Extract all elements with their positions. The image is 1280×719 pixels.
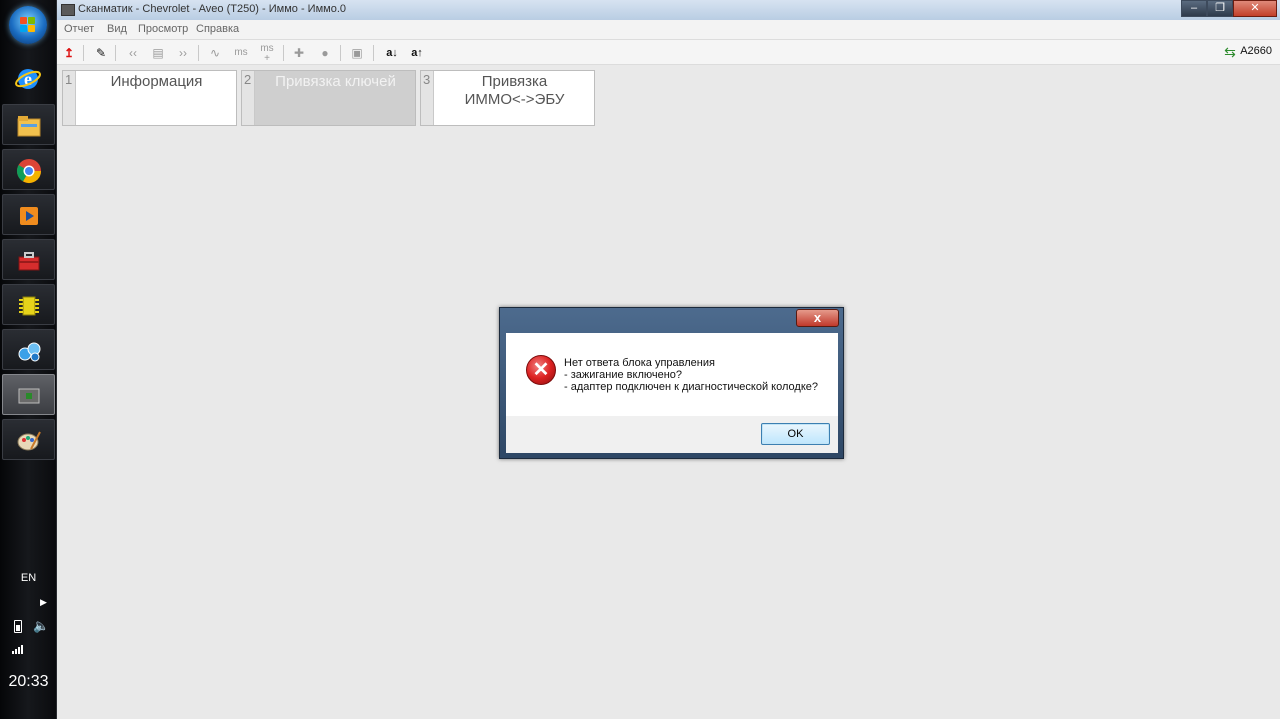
ms-increase-icon[interactable]: ms + bbox=[258, 44, 276, 64]
image-icon[interactable]: ▣ bbox=[348, 44, 366, 62]
network-app-icon bbox=[18, 342, 41, 362]
message-line: - зажигание включено? bbox=[564, 369, 683, 381]
step-label: Привязка ключей bbox=[275, 73, 396, 90]
dialog-footer: OK bbox=[506, 416, 838, 453]
window-close-button[interactable]: ✕ bbox=[1233, 0, 1277, 17]
taskbar: e EN ▶ 🔈 20:33 bbox=[0, 0, 57, 719]
minimize-button[interactable]: ‒ bbox=[1181, 0, 1207, 17]
paint-icon bbox=[17, 431, 41, 451]
ms-decrease-icon[interactable]: ms bbox=[232, 44, 250, 62]
network-signal-icon[interactable] bbox=[12, 644, 26, 654]
battery-icon[interactable] bbox=[14, 620, 22, 633]
font-decrease-icon[interactable]: a↓ bbox=[383, 44, 401, 62]
step-key-binding: 2 Привязка ключей bbox=[241, 70, 416, 126]
step-label-line1: Привязка bbox=[481, 73, 548, 90]
taskbar-chrome[interactable] bbox=[2, 149, 55, 190]
dialog-body: ✕ Нет ответа блока управления - зажигани… bbox=[506, 333, 838, 416]
waveform-icon[interactable]: ∿ bbox=[206, 44, 224, 62]
taskbar-clock[interactable]: 20:33 bbox=[0, 673, 57, 691]
step-number: 2 bbox=[242, 71, 255, 125]
app-icon[interactable] bbox=[61, 4, 75, 16]
edit-report-icon[interactable]: ✎ bbox=[92, 44, 110, 62]
taskbar-file-explorer[interactable] bbox=[2, 104, 55, 145]
connect-icon[interactable]: ✚ bbox=[290, 44, 308, 62]
chip-icon bbox=[19, 296, 39, 316]
error-dialog: x ✕ Нет ответа блока управления - зажига… bbox=[499, 307, 844, 459]
next-icon[interactable]: ›› bbox=[174, 44, 192, 62]
language-indicator[interactable]: EN bbox=[0, 572, 57, 584]
media-player-icon bbox=[20, 207, 38, 225]
taskbar-paint[interactable] bbox=[2, 419, 55, 460]
scanmatik-app-icon bbox=[18, 388, 40, 404]
previous-icon[interactable]: ‹‹ bbox=[124, 44, 142, 62]
message-line: - адаптер подключен к диагностической ко… bbox=[564, 381, 818, 393]
taskbar-internet-explorer[interactable]: e bbox=[2, 58, 55, 99]
adapter-label: A2660 bbox=[1240, 45, 1272, 57]
usb-adapter-icon: ⇆ bbox=[1224, 44, 1236, 60]
dialog-close-button[interactable]: x bbox=[796, 309, 839, 327]
step-information[interactable]: 1 Информация bbox=[62, 70, 237, 126]
taskbar-media-player[interactable] bbox=[2, 194, 55, 235]
taskbar-chip-app[interactable] bbox=[2, 284, 55, 325]
step-label-line2: ИММО<->ЭБУ bbox=[464, 91, 565, 108]
list-icon[interactable]: ▤ bbox=[149, 44, 167, 62]
message-line: Нет ответа блока управления bbox=[564, 357, 715, 369]
volume-icon[interactable]: 🔈 bbox=[33, 618, 49, 634]
menu-view[interactable]: Вид bbox=[107, 23, 127, 35]
step-number: 3 bbox=[421, 71, 434, 125]
record-icon[interactable]: ● bbox=[316, 44, 334, 62]
windows-logo-icon bbox=[20, 17, 36, 33]
taskbar-network-app[interactable] bbox=[2, 329, 55, 370]
toolbox-icon bbox=[18, 252, 40, 271]
windows-start-orb[interactable] bbox=[9, 6, 47, 44]
dialog-message: Нет ответа блока управления - зажигание … bbox=[564, 357, 818, 393]
upload-arrow-icon[interactable]: ↥ bbox=[60, 44, 78, 62]
step-immo-ecu-binding[interactable]: 3 Привязка ИММО<->ЭБУ bbox=[420, 70, 595, 126]
step-label: Привязка ИММО<->ЭБУ bbox=[435, 73, 594, 109]
error-icon: ✕ bbox=[526, 355, 556, 385]
restore-button[interactable]: ❐ bbox=[1207, 0, 1233, 17]
taskbar-toolbox[interactable] bbox=[2, 239, 55, 280]
ok-button[interactable]: OK bbox=[761, 423, 830, 445]
font-increase-icon[interactable]: a↑ bbox=[408, 44, 426, 62]
menu-bar: Отчет Вид Просмотр Справка bbox=[57, 20, 1280, 39]
chrome-icon bbox=[16, 159, 41, 184]
window-title: Сканматик - Chevrolet - Aveo (T250) - Им… bbox=[78, 3, 346, 15]
menu-report[interactable]: Отчет bbox=[64, 23, 94, 35]
step-label: Информация bbox=[110, 73, 203, 90]
step-number: 1 bbox=[63, 71, 76, 125]
window-titlebar[interactable]: Сканматик - Chevrolet - Aveo (T250) - Им… bbox=[57, 0, 1280, 20]
show-hidden-icons-arrow-icon[interactable]: ▶ bbox=[40, 597, 47, 608]
toolbar: ↥ ✎ ‹‹ ▤ ›› ∿ ms ms + ✚ ● ▣ a↓ a↑ ⇆ A2660 bbox=[57, 39, 1280, 65]
window-controls: ‒ ❐ ✕ bbox=[1181, 0, 1277, 17]
file-explorer-icon bbox=[17, 116, 41, 137]
internet-explorer-icon: e bbox=[15, 69, 41, 89]
taskbar-scanmatik[interactable] bbox=[2, 374, 55, 415]
menu-preview[interactable]: Просмотр bbox=[138, 23, 188, 35]
menu-help[interactable]: Справка bbox=[196, 23, 239, 35]
